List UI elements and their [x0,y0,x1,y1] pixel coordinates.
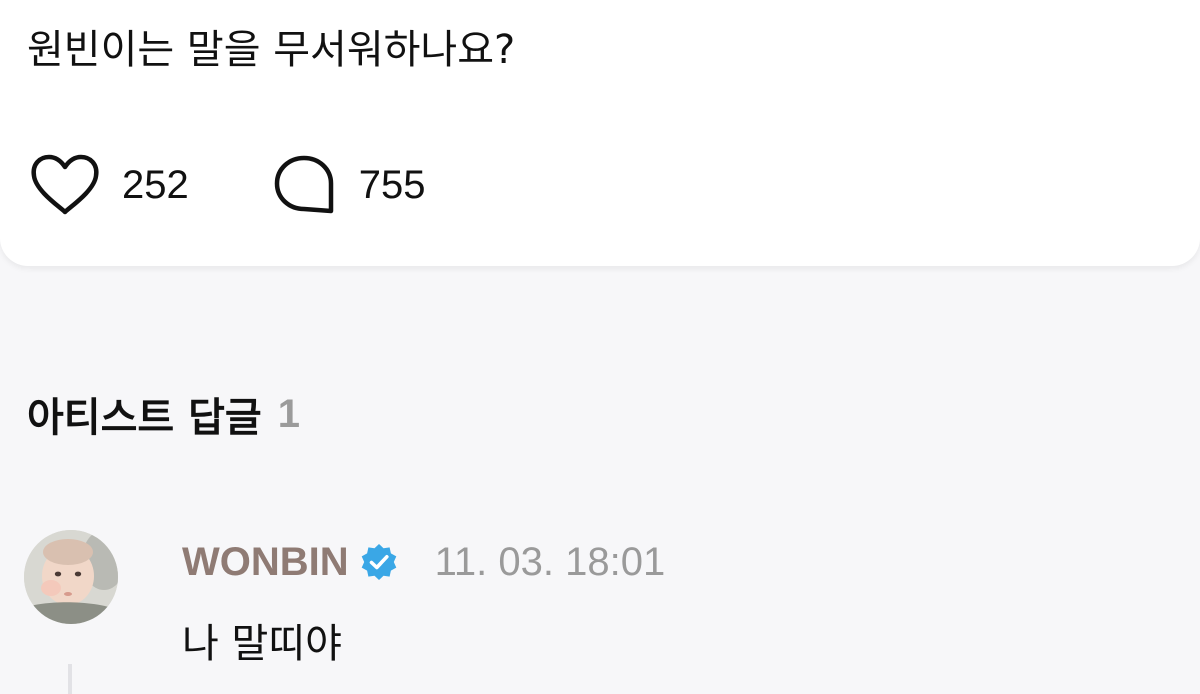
post-text: 원빈이는 말을 무서워하나요? [27,27,516,73]
heart-icon [31,154,99,215]
reply-timestamp: 11. 03. 18:01 [434,539,666,584]
verified-badge-icon [361,544,396,580]
reply-meta: WONBIN 11. 03. 18:01 [182,534,665,590]
post-card: 원빈이는 말을 무서워하나요? 252 755 [0,0,1200,266]
artist-replies-title: 아티스트 답글 [27,395,262,441]
artist-replies-header: 아티스트 답글 1 [27,384,300,444]
artist-replies-count: 1 [277,391,300,436]
like-count: 252 [122,162,189,207]
thread-line [68,664,72,694]
post-stats: 252 755 [30,152,426,218]
speech-bubble-icon [274,155,333,214]
reply-text: 나 말띠야 [182,621,342,667]
artist-reply: WONBIN 11. 03. 18:01 나 말띠야 [24,530,1174,690]
author-name[interactable]: WONBIN [182,540,349,585]
comment-button[interactable]: 755 [273,154,426,216]
avatar[interactable] [24,530,118,624]
comment-count: 755 [358,162,426,207]
like-button[interactable]: 252 [30,154,189,216]
